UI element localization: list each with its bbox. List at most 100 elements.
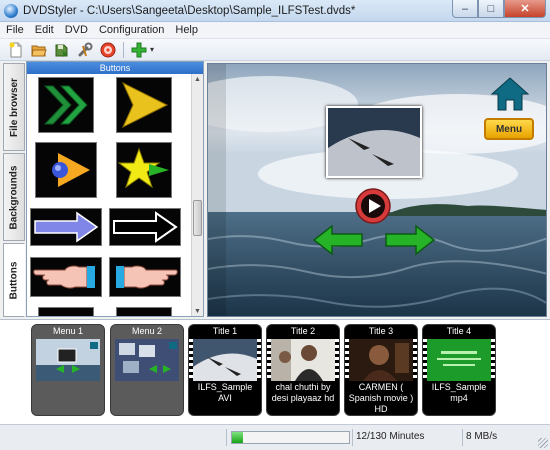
play-triangle-button[interactable] [116, 77, 172, 133]
menu-1-label: Menu 1 [52, 326, 84, 336]
title-2-label: Title 2 [290, 326, 316, 336]
film-holes [257, 339, 261, 381]
side-tabs: File browser Backgrounds Buttons [3, 63, 25, 317]
settings-icon [78, 42, 93, 56]
minimize-button[interactable]: – [452, 0, 478, 18]
menu-2-item[interactable]: Menu 2 [110, 324, 184, 416]
yellow-triangle-icon [121, 81, 169, 129]
title-2-item[interactable]: Title 2 chal chuthi by desi playaaz hd [266, 324, 340, 416]
panel-scrollbar[interactable]: ▲ ▼ [191, 74, 203, 316]
status-separator [352, 429, 353, 446]
menu-1-thumbnail [36, 339, 100, 381]
list-item[interactable] [38, 307, 94, 316]
hand-left-button[interactable] [30, 257, 102, 297]
pointing-hand-right-icon [116, 265, 178, 289]
panel-header: Buttons [27, 62, 203, 74]
menu-help[interactable]: Help [175, 24, 198, 36]
menu-2-label: Menu 2 [131, 326, 163, 336]
open-button[interactable] [29, 41, 49, 59]
tab-backgrounds[interactable]: Backgrounds [3, 153, 25, 241]
menu-1-preview-image [36, 339, 100, 381]
title-1-preview-image [193, 339, 257, 381]
star-arrow-icon [117, 147, 169, 189]
toolbar-separator [123, 41, 124, 58]
jets-thumbnail [328, 108, 420, 176]
title-bar: DVDStyler - C:\Users\Sangeeta\Desktop\Sa… [0, 0, 550, 22]
title-1-label: Title 1 [212, 326, 238, 336]
menu-1-item[interactable]: Menu 1 [31, 324, 105, 416]
title-4-thumbnail [427, 339, 491, 381]
disc-usage-progress [231, 431, 350, 444]
tab-file-browser[interactable]: File browser [3, 63, 25, 151]
hand-right-button[interactable] [109, 257, 181, 297]
dvdstyler-app-icon [4, 3, 18, 18]
menu-edit[interactable]: Edit [35, 24, 54, 36]
blue-arrow-button[interactable] [30, 208, 102, 246]
title-2-preview-image [271, 339, 335, 381]
title-4-preview-image [427, 339, 491, 381]
window-title: DVDStyler - C:\Users\Sangeeta\Desktop\Sa… [23, 4, 356, 17]
scrollbar-thumb[interactable] [193, 200, 202, 236]
title-3-thumbnail [349, 339, 413, 381]
left-arrow-icon[interactable] [312, 224, 364, 256]
title-3-caption: CARMEN ( Spanish movie ) HD [348, 382, 414, 414]
menu-preview[interactable]: Menu [207, 63, 547, 317]
maximize-button[interactable]: □ [478, 0, 504, 18]
list-item[interactable] [116, 307, 172, 316]
scroll-up-icon[interactable]: ▲ [192, 74, 203, 85]
play-icon[interactable] [354, 187, 392, 225]
new-button[interactable] [6, 41, 26, 59]
right-arrow-icon[interactable] [384, 224, 436, 256]
burn-button[interactable] [98, 41, 118, 59]
open-icon [31, 45, 47, 56]
title-4-item[interactable]: Title 4 ILFS_Sample mp4 [422, 324, 496, 416]
menu-bar: File Edit DVD Configuration Help [0, 22, 550, 39]
close-button[interactable]: ✕ [504, 0, 546, 18]
tab-file-browser-label: File browser [8, 77, 20, 137]
blue-arrow-icon [34, 211, 99, 243]
new-icon [9, 42, 22, 57]
scroll-down-icon[interactable]: ▼ [192, 306, 203, 316]
title-1-item[interactable]: Title 1 ILFS_Sample AVI [188, 324, 262, 416]
menu-configuration[interactable]: Configuration [99, 24, 164, 36]
menu-2-thumbnail [115, 339, 179, 381]
double-chevron-button[interactable] [38, 77, 94, 133]
menu-dvd[interactable]: DVD [65, 24, 88, 36]
film-holes [335, 339, 339, 381]
add-dropdown-chevron-icon[interactable]: ▾ [150, 45, 154, 54]
title-4-caption: ILFS_Sample mp4 [431, 382, 487, 403]
main-area: File browser Backgrounds Buttons Buttons [0, 61, 550, 319]
menu-2-preview-image [115, 339, 179, 381]
outline-arrow-button[interactable] [109, 208, 181, 246]
status-separator [462, 429, 463, 446]
title-2-thumbnail [271, 339, 335, 381]
add-button[interactable] [129, 41, 149, 59]
status-separator [226, 429, 227, 446]
menu-button[interactable]: Menu [484, 118, 534, 140]
burn-icon [100, 42, 116, 57]
tab-backgrounds-label: Backgrounds [8, 165, 20, 229]
title-3-preview-image [349, 339, 413, 381]
window-controls: – □ ✕ [452, 0, 546, 18]
ball-arrow-icon [52, 153, 90, 187]
settings-button[interactable] [75, 41, 95, 59]
title-4-label: Title 4 [446, 326, 472, 336]
tab-buttons[interactable]: Buttons [3, 243, 25, 317]
menu-file[interactable]: File [6, 24, 24, 36]
resize-grip[interactable] [538, 438, 548, 448]
star-arrow-button[interactable] [116, 142, 172, 198]
add-icon [131, 42, 147, 57]
home-icon[interactable] [490, 76, 530, 112]
title-2-caption: chal chuthi by desi playaaz hd [271, 382, 335, 403]
toolbar: ▾ [0, 39, 550, 61]
title-3-item[interactable]: Title 3 CARMEN ( Spanish movie ) HD [344, 324, 418, 416]
save-button[interactable] [52, 41, 72, 59]
outline-arrow-icon [113, 211, 178, 243]
video-thumbnail[interactable] [326, 106, 422, 178]
double-chevron-icon [43, 85, 88, 125]
title-1-thumbnail [193, 339, 257, 381]
ball-arrow-button[interactable] [35, 142, 97, 198]
save-icon [55, 44, 68, 57]
status-bar: 12/130 Minutes 8 MB/s [0, 424, 550, 450]
pointing-hand-left-icon [33, 265, 95, 289]
